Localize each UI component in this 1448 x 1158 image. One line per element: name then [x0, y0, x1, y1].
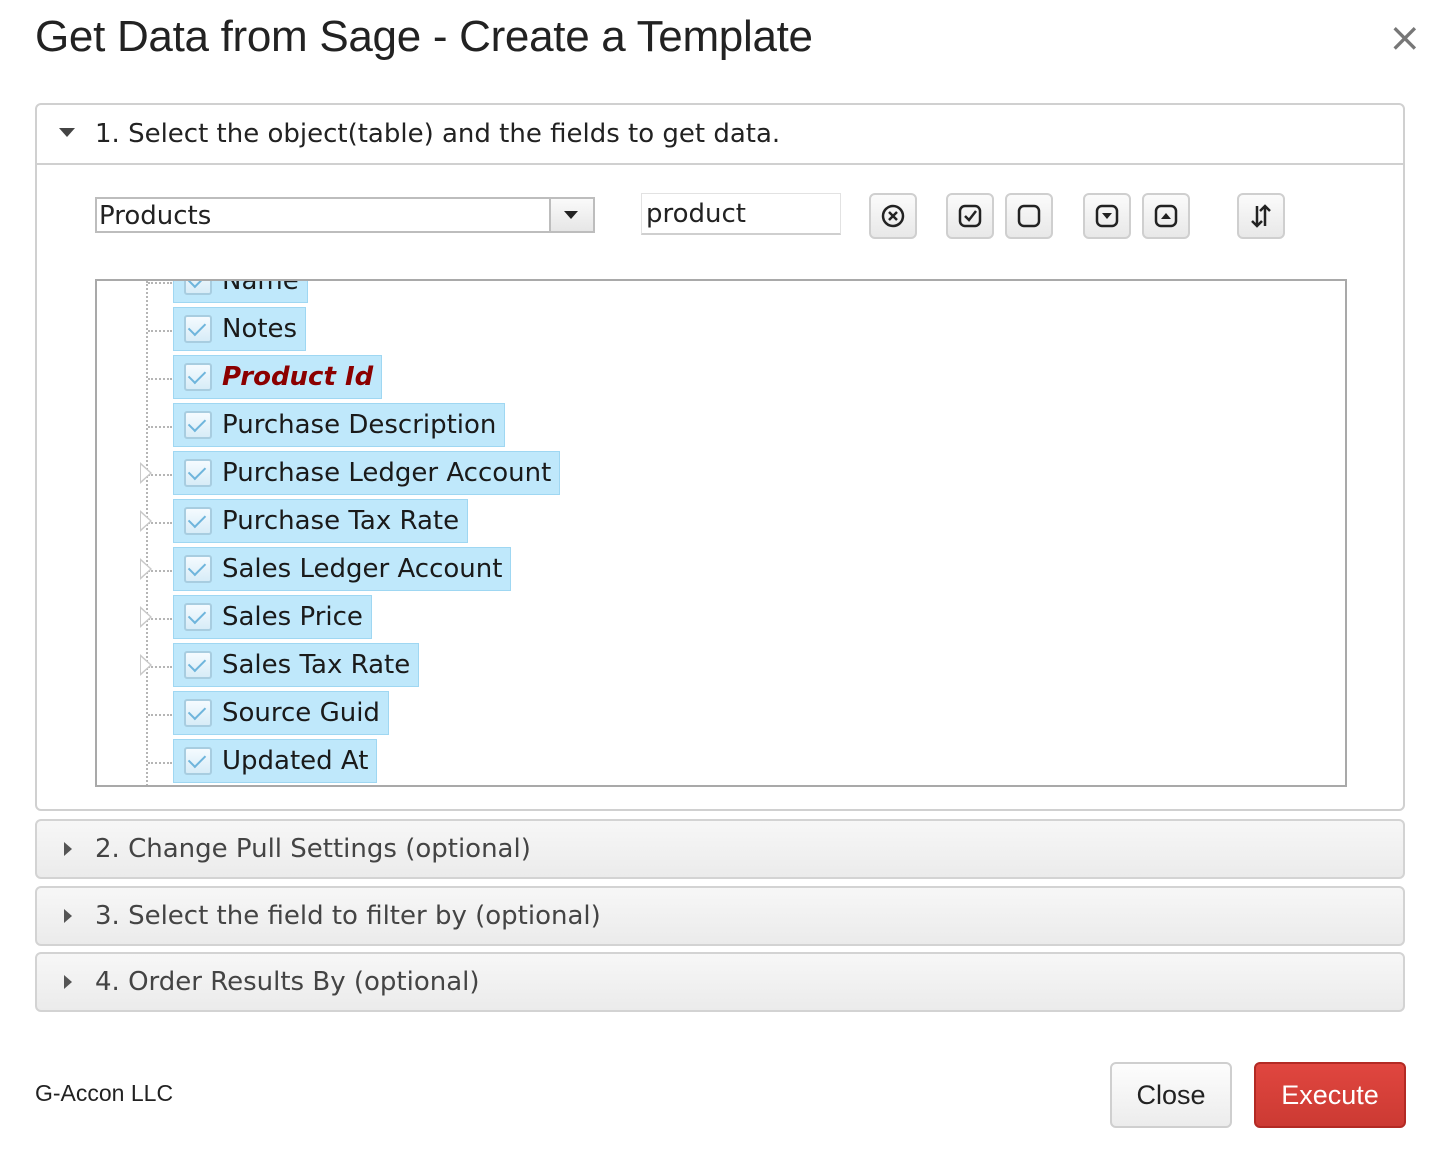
collapse-all-icon — [1154, 204, 1178, 228]
caret-right-icon — [64, 975, 72, 989]
field-label: Sales Price — [222, 602, 363, 632]
check-all-button[interactable] — [946, 193, 994, 239]
expand-all-icon — [1095, 204, 1119, 228]
checked-checkbox-icon[interactable] — [184, 315, 212, 343]
tree-node: Purchase Ledger Account — [97, 450, 1345, 498]
tree-node: Name — [97, 279, 1345, 306]
field-item[interactable]: Sales Ledger Account — [173, 547, 512, 591]
chevron-down-icon[interactable] — [549, 199, 593, 231]
section-1-header[interactable]: 1. Select the object(table) and the fiel… — [37, 105, 1403, 165]
tree-node: Purchase Description — [97, 402, 1345, 450]
field-item[interactable]: Name — [173, 279, 308, 303]
section-select-fields: 1. Select the object(table) and the fiel… — [35, 103, 1405, 811]
object-select[interactable]: Products — [95, 197, 595, 233]
uncheck-all-button[interactable] — [1005, 193, 1053, 239]
field-item[interactable]: Sales Price — [173, 595, 372, 639]
close-icon[interactable]: × — [1388, 18, 1422, 58]
execute-button[interactable]: Execute — [1254, 1062, 1406, 1128]
company-name: G-Accon LLC — [35, 1080, 174, 1106]
uncheck-all-icon — [1017, 204, 1041, 228]
field-label: Notes — [222, 314, 298, 344]
section-1-label: 1. Select the object(table) and the fiel… — [95, 119, 781, 149]
close-button[interactable]: Close — [1110, 1062, 1232, 1128]
checked-checkbox-icon[interactable] — [184, 411, 212, 439]
field-label: Purchase Ledger Account — [222, 458, 552, 488]
sort-icon — [1251, 204, 1271, 228]
tree-node: Updated At — [97, 738, 1345, 785]
checked-checkbox-icon[interactable] — [184, 281, 212, 295]
expand-arrow-icon[interactable] — [140, 510, 152, 532]
tree-node: Product Id — [97, 354, 1345, 402]
section-4-header[interactable]: 4. Order Results By (optional) — [35, 952, 1405, 1012]
check-all-icon — [958, 204, 982, 228]
checked-checkbox-icon[interactable] — [184, 603, 212, 631]
field-label: Sales Tax Rate — [222, 650, 411, 680]
sort-button[interactable] — [1237, 193, 1285, 239]
field-label: Product Id — [222, 362, 374, 392]
field-label: Sales Ledger Account — [222, 554, 503, 584]
section-4-label: 4. Order Results By (optional) — [95, 967, 480, 997]
expand-arrow-icon[interactable] — [140, 654, 152, 676]
field-item-key[interactable]: Product Id — [173, 355, 383, 399]
field-item[interactable]: Sales Tax Rate — [173, 643, 420, 687]
section-3-header[interactable]: 3. Select the field to filter by (option… — [35, 886, 1405, 946]
checked-checkbox-icon[interactable] — [184, 555, 212, 583]
field-item[interactable]: Updated At — [173, 739, 378, 783]
clear-search-icon — [881, 204, 905, 228]
caret-right-icon — [64, 842, 72, 856]
checked-checkbox-icon[interactable] — [184, 651, 212, 679]
expand-arrow-icon[interactable] — [140, 606, 152, 628]
tree-node: Sales Price — [97, 594, 1345, 642]
field-search-input[interactable] — [641, 193, 841, 235]
section-2-header[interactable]: 2. Change Pull Settings (optional) — [35, 819, 1405, 879]
dialog-title: Get Data from Sage - Create a Template — [35, 12, 813, 61]
tree-node: Sales Tax Rate — [97, 642, 1345, 690]
checked-checkbox-icon[interactable] — [184, 459, 212, 487]
field-label: Name — [222, 279, 299, 296]
checked-checkbox-icon[interactable] — [184, 747, 212, 775]
section-2-label: 2. Change Pull Settings (optional) — [95, 834, 531, 864]
clear-search-button[interactable] — [869, 193, 917, 239]
field-tree[interactable]: Name Notes Product Id Purchase Descripti… — [95, 279, 1347, 787]
caret-right-icon — [64, 909, 72, 923]
expand-arrow-icon[interactable] — [140, 462, 152, 484]
section-3-label: 3. Select the field to filter by (option… — [95, 901, 601, 931]
tree-node: Notes — [97, 306, 1345, 354]
field-label: Purchase Tax Rate — [222, 506, 460, 536]
field-item[interactable]: Notes — [173, 307, 307, 351]
field-label: Source Guid — [222, 698, 380, 728]
expand-all-button[interactable] — [1083, 193, 1131, 239]
checked-checkbox-icon[interactable] — [184, 699, 212, 727]
expand-arrow-icon[interactable] — [140, 558, 152, 580]
checked-checkbox-icon[interactable] — [184, 507, 212, 535]
field-item[interactable]: Source Guid — [173, 691, 389, 735]
field-label: Purchase Description — [222, 410, 497, 440]
field-item[interactable]: Purchase Tax Rate — [173, 499, 469, 543]
field-item[interactable]: Purchase Ledger Account — [173, 451, 561, 495]
field-item[interactable]: Purchase Description — [173, 403, 506, 447]
tree-node: Source Guid — [97, 690, 1345, 738]
field-label: Updated At — [222, 746, 369, 776]
checked-checkbox-icon[interactable] — [184, 363, 212, 391]
caret-down-icon — [59, 128, 75, 137]
tree-node: Purchase Tax Rate — [97, 498, 1345, 546]
object-select-value: Products — [99, 201, 212, 231]
collapse-all-button[interactable] — [1142, 193, 1190, 239]
tree-node: Sales Ledger Account — [97, 546, 1345, 594]
